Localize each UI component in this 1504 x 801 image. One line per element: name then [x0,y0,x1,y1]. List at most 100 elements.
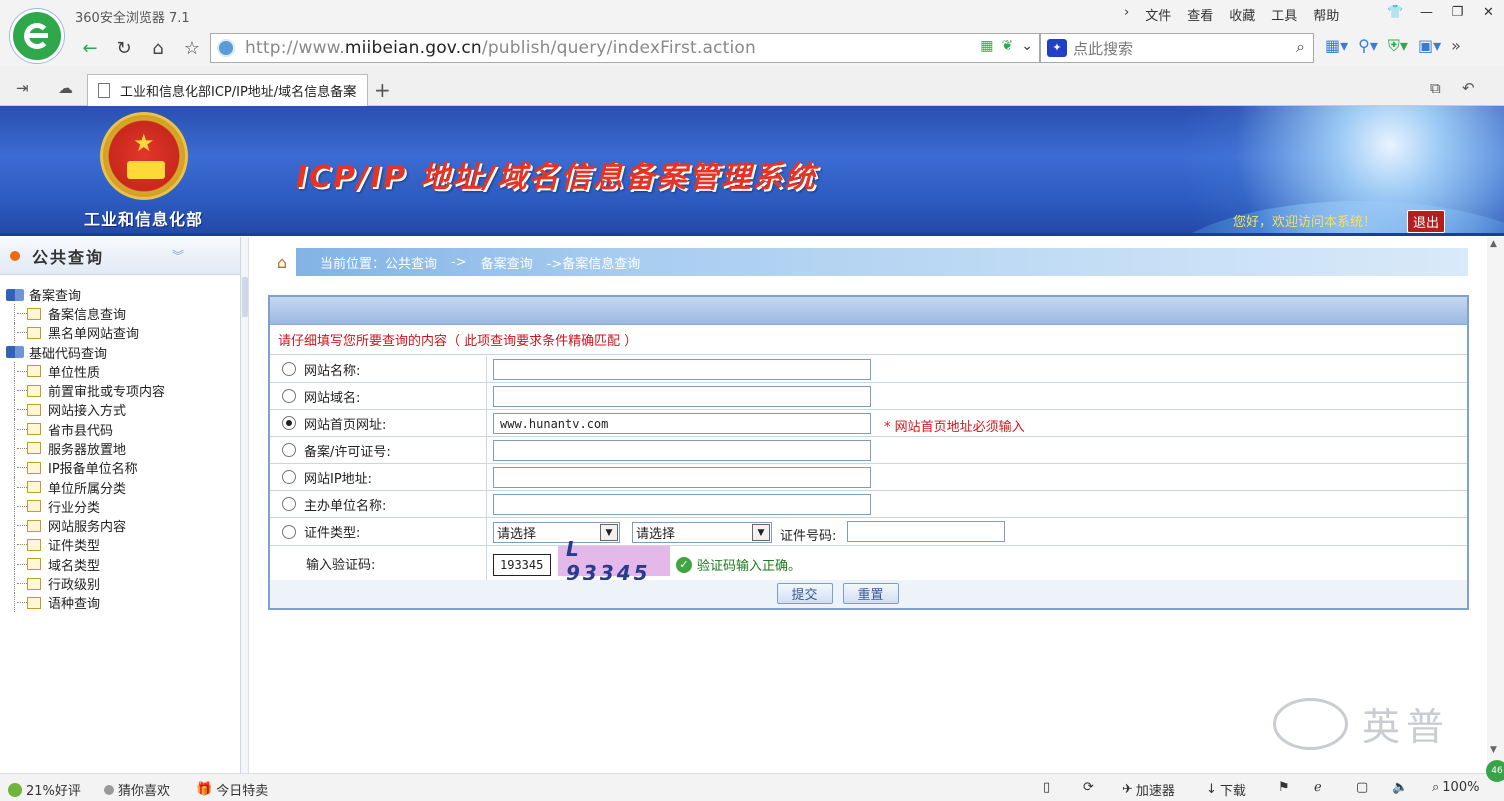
radio-id-type[interactable] [282,524,296,539]
tree-item[interactable]: 证件类型 [0,535,240,555]
ip-input[interactable] [493,467,871,488]
label-site-name: 网站名称: [304,363,361,379]
address-bar[interactable]: http://www.miibeian.gov.cn/publish/query… [210,33,1040,63]
refresh-icon[interactable]: ↻ [110,34,138,62]
tree-item-blacklist[interactable]: 黑名单网站查询 [0,323,240,343]
status-zoom[interactable]: ⌕ 100% [1432,780,1479,795]
minimize-button[interactable]: — [1411,0,1442,24]
find-icon[interactable]: ⚲▾ [1358,36,1378,56]
sidebar-splitter[interactable] [241,237,249,773]
tree-group-base-code[interactable]: 基础代码查询 [0,343,240,362]
search-icon[interactable]: ⌕ [1296,37,1305,57]
homepage-required-note: * 网站首页地址必须输入 [884,420,1025,435]
status-download[interactable]: ↓ 下载 [1206,780,1246,799]
tree-item[interactable]: 单位所属分类 [0,477,240,497]
tree-item[interactable]: 网站服务内容 [0,515,240,536]
search-box[interactable]: ✦ 点此搜索 ⌕ [1040,33,1314,63]
license-input[interactable] [493,440,871,461]
screenshot-icon[interactable]: ▣▾ [1418,36,1441,56]
menu-help[interactable]: 帮助 [1313,5,1339,24]
menu-chevron-icon[interactable]: › [1124,5,1129,24]
sidebar-header[interactable]: 公共查询 ︾ [0,237,240,275]
baidu-paw-icon[interactable]: ✦ [1047,39,1067,57]
submit-button[interactable]: 提交 [776,583,833,604]
home-icon[interactable]: ⌂ [268,248,296,276]
sound-icon[interactable]: 🔈 [1392,780,1408,795]
leaf-icon[interactable]: ❦ [1002,38,1014,54]
apps-grid-icon[interactable]: ▦▾ [1325,36,1348,56]
tree-item[interactable]: 单位性质 [0,361,240,382]
maximize-button[interactable]: ❐ [1442,0,1473,24]
skin-icon[interactable]: 👕 [1380,0,1411,24]
captcha-image[interactable]: L 93345 [558,537,670,585]
id-number-input[interactable] [847,521,1005,542]
sync-icon[interactable]: ⟳ [1083,780,1094,795]
undo-close-icon[interactable]: ↶ [1462,79,1475,97]
top-menu: › 文件 查看 收藏 工具 帮助 [1124,5,1339,24]
home-icon[interactable]: ⌂ [144,34,172,62]
search-input[interactable]: 点此搜索 [1073,38,1133,59]
sidebar-title: 公共查询 [32,247,105,267]
tree-item[interactable]: 省市县代码 [0,419,240,440]
domain-input[interactable] [493,386,871,407]
panel-header [270,297,1467,325]
tree-item[interactable]: 语种查询 [0,593,240,613]
breadcrumb-level2[interactable]: 备案查询 [481,253,533,272]
radio-license[interactable] [282,443,296,457]
status-accelerator[interactable]: ✈ 加速器 [1122,780,1175,799]
radio-domain[interactable] [282,389,296,403]
toolbar-tools: ▦▾ ⚲▾ ⛨▾ ▣▾ » [1325,36,1461,56]
dropdown-arrow-icon[interactable]: ▼ [752,524,770,541]
homepage-input[interactable]: www.hunantv.com [493,413,871,434]
restore-tabs-icon[interactable]: ⧉ [1430,79,1441,97]
flag-icon[interactable]: ⚑ [1278,780,1290,795]
sidebar-toggle-icon[interactable]: ⇥ [16,79,29,97]
tree-group-filing-query[interactable]: 备案查询 [0,285,240,304]
back-arrow-icon[interactable]: ← [76,34,104,62]
site-name-input[interactable] [493,359,871,380]
new-tab-button[interactable]: + [374,78,391,102]
organizer-input[interactable] [493,494,871,515]
radio-organizer[interactable] [282,497,296,511]
tree-item-filing-info[interactable]: 备案信息查询 [0,304,240,324]
radio-site-name[interactable] [282,362,296,376]
scroll-up-icon[interactable]: ▲ [1490,239,1497,249]
more-icon[interactable]: » [1451,36,1461,56]
collapse-chevron-icon[interactable]: ︾ [172,247,184,264]
menu-file[interactable]: 文件 [1145,5,1171,24]
radio-ip[interactable] [282,470,296,484]
close-tab-icon[interactable]: × [346,82,358,98]
tree-item[interactable]: 域名类型 [0,554,240,575]
scroll-down-icon[interactable]: ▼ [1490,745,1497,755]
tree-item[interactable]: 行政级别 [0,573,240,594]
mobile-icon[interactable]: ▯ [1043,780,1050,795]
tab-active[interactable]: 工业和信息化部ICP/IP地址/域名信息备案 × [87,74,368,106]
menu-view[interactable]: 查看 [1187,5,1213,24]
menu-tools[interactable]: 工具 [1271,5,1297,24]
reset-button[interactable]: 重置 [842,583,899,604]
tree-item[interactable]: 服务器放置地 [0,438,240,459]
status-rating[interactable]: 21%好评 [8,780,81,799]
tree-item[interactable]: IP报备单位名称 [0,458,240,478]
ie-icon[interactable]: ℯ [1314,780,1322,795]
close-window-button[interactable]: ✕ [1473,0,1504,24]
security-shield-icon[interactable]: ⛨▾ [1388,36,1408,56]
notification-badge[interactable]: 46 [1486,760,1504,782]
window-icon[interactable]: ▢ [1356,780,1368,795]
vertical-scrollbar[interactable]: ▲ ▼ [1487,237,1504,773]
status-guess[interactable]: 猜你喜欢 [104,780,170,799]
tree-item[interactable]: 行业分类 [0,496,240,517]
star-icon[interactable]: ☆ [178,34,206,62]
cloud-icon[interactable]: ☁ [58,79,73,97]
status-deal[interactable]: 🎁 今日特卖 [196,780,268,799]
menu-favorites[interactable]: 收藏 [1229,5,1255,24]
logout-button[interactable]: 退出 [1407,210,1446,233]
tree-item[interactable]: 网站接入方式 [0,400,240,420]
label-organizer: 主办单位名称: [304,498,387,514]
chevron-down-icon[interactable]: ⌄ [1021,38,1033,54]
qrcode-icon[interactable]: ▦ [980,38,993,54]
radio-homepage[interactable] [282,416,296,430]
captcha-input[interactable]: 193345 [493,554,551,576]
tree-item[interactable]: 前置审批或专项内容 [0,380,240,401]
row-site-name: 网站名称: [270,356,1467,383]
